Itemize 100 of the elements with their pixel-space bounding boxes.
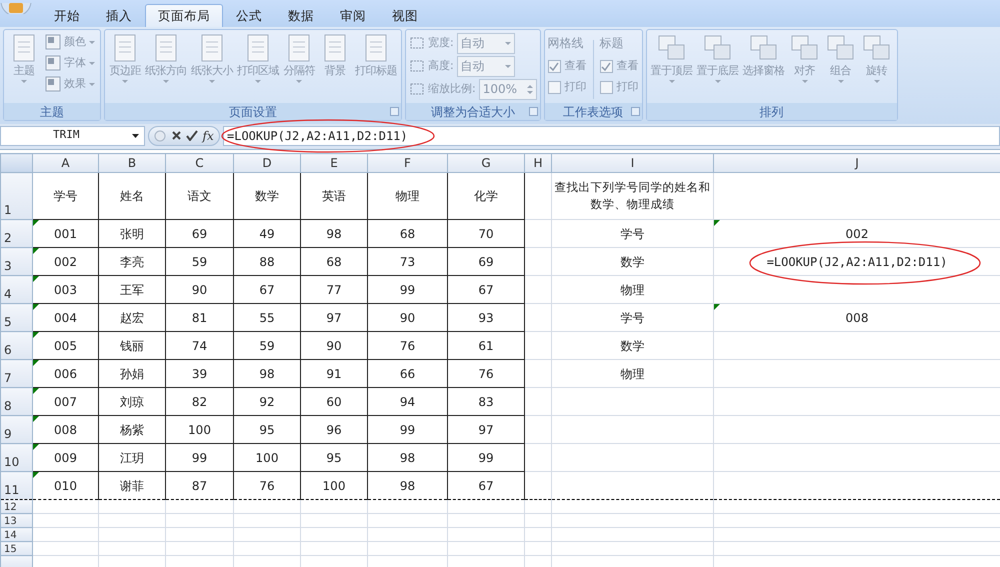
table-cell: 江玥 <box>98 444 166 472</box>
column-header[interactable]: E <box>300 154 368 172</box>
column-header[interactable]: J <box>714 154 1000 172</box>
resize-icon <box>409 81 425 97</box>
table-cell: 90 <box>300 332 368 360</box>
row-header[interactable]: 4 <box>0 276 32 304</box>
table-cell: 83 <box>448 388 524 416</box>
table-cell: 物理 <box>620 282 644 296</box>
field-label: 高度: <box>428 58 454 74</box>
row-header[interactable]: 11 <box>0 472 32 500</box>
check-icon <box>601 62 612 70</box>
row-header[interactable]: 12 <box>0 500 32 514</box>
spin-arrows-icon <box>526 84 533 94</box>
table-cell: 99 <box>166 444 234 472</box>
table-cell: 100 <box>234 444 300 472</box>
table-cell: 73 <box>368 248 448 276</box>
table-cell: 张明 <box>98 220 166 248</box>
table-cell: 69 <box>448 248 524 276</box>
caret-icon <box>504 64 511 68</box>
table-cell: 002 <box>32 248 98 276</box>
table-cell: 77 <box>300 276 368 304</box>
column-header[interactable]: A <box>32 154 98 172</box>
table-cell: 95 <box>300 444 368 472</box>
ribbon-tab[interactable]: 开始 <box>41 4 93 27</box>
office-logo-icon <box>0 2 32 14</box>
swatch-icon <box>45 76 61 92</box>
table-cell: 61 <box>448 332 524 360</box>
option-heading: 网格线 <box>548 35 585 52</box>
ribbon-tab[interactable]: 插入 <box>93 4 145 27</box>
table-cell: 姓名 <box>98 172 166 220</box>
table-cell: 94 <box>368 388 448 416</box>
office-button[interactable] <box>0 0 32 14</box>
table-cell: 英语 <box>300 172 368 220</box>
table-cell: 007 <box>32 388 98 416</box>
group-title: 排列 <box>760 104 784 120</box>
row-header[interactable]: 10 <box>0 444 32 472</box>
column-header[interactable]: H <box>524 154 552 172</box>
table-cell: 99 <box>368 416 448 444</box>
row-header[interactable]: 13 <box>0 514 32 528</box>
row-header[interactable]: 15 <box>0 542 32 556</box>
group-title: 调整为合适大小 <box>430 104 515 120</box>
table-cell: 95 <box>234 416 300 444</box>
table-cell: 008 <box>32 416 98 444</box>
group-title: 工作表选项 <box>563 104 624 120</box>
row-header[interactable]: 6 <box>0 332 32 360</box>
cancel-button[interactable] <box>170 130 182 141</box>
column-header[interactable]: D <box>234 154 300 172</box>
table-cell: 68 <box>368 220 448 248</box>
select-all-button[interactable] <box>0 154 32 172</box>
table-cell: 王军 <box>98 276 166 304</box>
table-cell: 49 <box>234 220 300 248</box>
option-heading: 标题 <box>600 35 625 52</box>
row-header[interactable]: 5 <box>0 304 32 332</box>
table-cell: 82 <box>166 388 234 416</box>
caret-icon <box>132 134 139 138</box>
insert-function-button[interactable]: fx <box>202 130 214 142</box>
table-cell: 99 <box>448 444 524 472</box>
table-cell: 67 <box>448 472 524 500</box>
row-header[interactable]: 8 <box>0 388 32 416</box>
column-header[interactable]: F <box>368 154 448 172</box>
table-cell: 数学 <box>234 172 300 220</box>
table-cell: 74 <box>166 332 234 360</box>
ribbon-tab[interactable]: 页面布局 <box>145 4 223 27</box>
table-cell: 96 <box>300 416 368 444</box>
table-cell: 数学 <box>620 254 644 268</box>
name-box[interactable]: TRIM <box>0 126 145 146</box>
row-header[interactable]: 1 <box>0 172 32 220</box>
enter-button[interactable] <box>186 130 198 141</box>
table-cell: 学号 <box>620 226 644 240</box>
formula-field[interactable]: =LOOKUP(J2,A2:A11,D2:D11) <box>223 126 1000 146</box>
table-cell: 钱丽 <box>98 332 166 360</box>
row-header[interactable]: 2 <box>0 220 32 248</box>
row-header[interactable]: 7 <box>0 360 32 388</box>
table-cell: 物理 <box>368 172 448 220</box>
row-header[interactable]: 14 <box>0 528 32 542</box>
table-cell: 物理 <box>620 366 644 380</box>
ribbon-tab[interactable]: 视图 <box>379 4 431 27</box>
ribbon-tab[interactable]: 审阅 <box>327 4 379 27</box>
table-cell: 39 <box>166 360 234 388</box>
ribbon-tab[interactable]: 公式 <box>223 4 275 27</box>
group-title: 主题 <box>40 104 64 120</box>
row-header[interactable]: 9 <box>0 416 32 444</box>
table-cell: 59 <box>234 332 300 360</box>
table-cell: 76 <box>448 360 524 388</box>
column-header[interactable]: I <box>552 154 714 172</box>
group-title: 页面设置 <box>229 104 277 120</box>
table-cell: 008 <box>846 310 868 324</box>
table-cell: 98 <box>368 472 448 500</box>
table-cell: 006 <box>32 360 98 388</box>
table-cell: 76 <box>234 472 300 500</box>
table-cell: 学号 <box>32 172 98 220</box>
column-header[interactable]: B <box>98 154 166 172</box>
table-cell: 68 <box>300 248 368 276</box>
row-header[interactable]: 3 <box>0 248 32 276</box>
column-header[interactable]: G <box>448 154 524 172</box>
table-cell: 化学 <box>448 172 524 220</box>
ribbon-tab[interactable]: 数据 <box>275 4 327 27</box>
table-cell: 90 <box>368 304 448 332</box>
column-header[interactable]: C <box>166 154 234 172</box>
table-cell: 69 <box>166 220 234 248</box>
